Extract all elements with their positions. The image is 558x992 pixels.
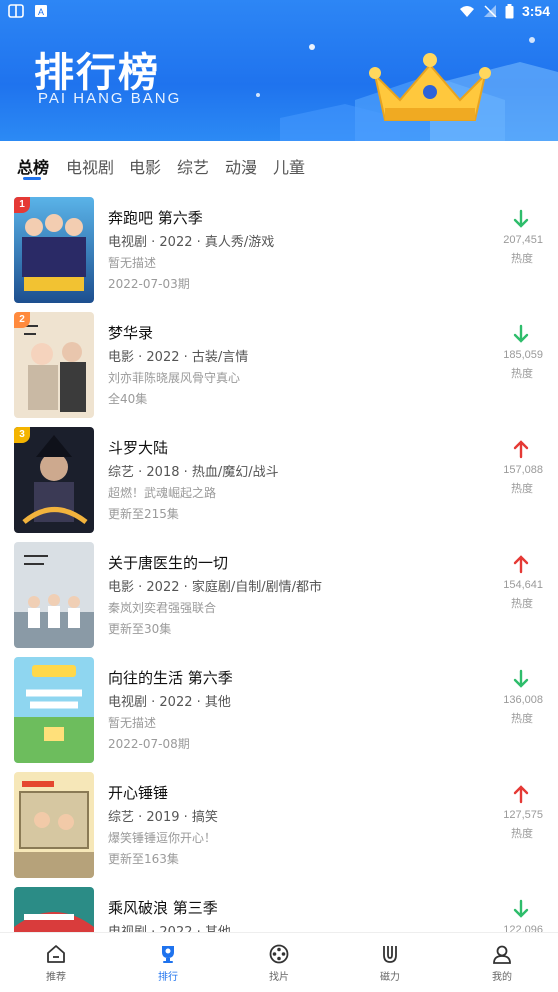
hot-label: 热度 bbox=[511, 367, 533, 380]
item-meta: 电视剧 · 2022 · 其他 bbox=[108, 921, 231, 932]
user-icon bbox=[493, 945, 511, 964]
app-icon bbox=[8, 4, 24, 18]
nav-label: 我的 bbox=[492, 972, 512, 983]
nav-label: 找片 bbox=[269, 972, 289, 983]
trend-down-icon bbox=[513, 669, 529, 688]
poster-image bbox=[14, 542, 94, 648]
status-bar: A 3:54 bbox=[0, 0, 558, 24]
hot-label: 热度 bbox=[511, 482, 533, 495]
item-meta: 电影 · 2022 · 古装/言情 bbox=[108, 350, 249, 365]
list-item[interactable]: 3 斗罗大陆 综艺 · 2018 · 热血/魔幻/战斗 超燃！武魂崛起之路 更新… bbox=[0, 419, 558, 534]
item-description: 超燃！武魂崛起之路 bbox=[108, 486, 217, 500]
ranking-banner: A 3:54 排行榜 PAI HANG BANG bbox=[0, 0, 558, 141]
hot-label: 热度 bbox=[511, 252, 533, 265]
rank-badge: 3 bbox=[14, 427, 30, 443]
item-episode: 更新至30集 bbox=[108, 622, 172, 636]
ranking-list: 1 奔跑吧 第六季 电视剧 · 2022 · 真人秀/游戏 暂无描述 2022-… bbox=[0, 189, 558, 932]
tab-anime[interactable]: 动漫 bbox=[225, 154, 257, 178]
crown-icon bbox=[369, 53, 491, 121]
page-subtitle: PAI HANG BANG bbox=[38, 90, 182, 107]
poster-image bbox=[14, 657, 94, 763]
item-episode: 更新至163集 bbox=[108, 852, 179, 866]
list-item[interactable]: 向往的生活 第六季 电视剧 · 2022 · 其他 暂无描述 2022-07-0… bbox=[0, 649, 558, 764]
nav-label: 推荐 bbox=[46, 972, 66, 983]
rank-badge: 2 bbox=[14, 312, 30, 328]
hot-value: 122,096 bbox=[503, 924, 543, 932]
hot-value: 185,059 bbox=[503, 349, 543, 361]
rank-badge: 1 bbox=[14, 197, 30, 213]
tab-active-indicator bbox=[23, 177, 41, 180]
tab-variety[interactable]: 综艺 bbox=[177, 154, 209, 178]
magnet-icon bbox=[383, 946, 397, 963]
svg-text:A: A bbox=[38, 7, 44, 17]
list-item[interactable]: 开心锤锤 综艺 · 2019 · 搞笑 爆笑锤锤逗你开心！ 更新至163集 12… bbox=[0, 764, 558, 879]
item-title: 向往的生活 第六季 bbox=[108, 669, 233, 687]
item-episode: 2022-07-03期 bbox=[108, 277, 190, 291]
item-description: 刘亦菲陈晓展风骨守真心 bbox=[108, 371, 241, 385]
trend-up-icon bbox=[513, 440, 529, 459]
tab-kids[interactable]: 儿童 bbox=[273, 154, 305, 178]
poster-image: 3 bbox=[14, 427, 94, 533]
list-item[interactable]: 2 梦华录 电影 · 2022 · 古装/言情 刘亦菲陈晓展风骨守真心 全40集… bbox=[0, 304, 558, 419]
tab-tv-series[interactable]: 电视剧 bbox=[66, 154, 114, 178]
bottom-navigation: 推荐 排行 找片 磁力 我的 bbox=[0, 932, 558, 992]
item-title: 奔跑吧 第六季 bbox=[108, 209, 203, 227]
trend-down-icon bbox=[513, 899, 529, 918]
item-description: 爆笑锤锤逗你开心！ bbox=[108, 831, 217, 845]
poster-image: 1 bbox=[14, 197, 94, 303]
hot-value: 136,008 bbox=[503, 694, 543, 706]
trend-up-icon bbox=[513, 555, 529, 574]
nav-magnet[interactable]: 磁力 bbox=[360, 943, 420, 983]
home-icon bbox=[47, 945, 65, 963]
poster-image bbox=[14, 887, 94, 932]
nav-label: 磁力 bbox=[380, 972, 400, 983]
no-signal-icon bbox=[483, 5, 497, 18]
nav-recommend[interactable]: 推荐 bbox=[26, 943, 86, 983]
category-tabs: 总榜 电视剧 电影 综艺 动漫 儿童 bbox=[0, 141, 558, 189]
hot-value: 157,088 bbox=[503, 464, 543, 476]
nav-find-movies[interactable]: 找片 bbox=[249, 943, 309, 983]
tab-overall[interactable]: 总榜 bbox=[17, 154, 49, 178]
trend-up-icon bbox=[513, 785, 529, 804]
trend-down-icon bbox=[513, 209, 529, 228]
item-meta: 电影 · 2022 · 家庭剧/自制/剧情/都市 bbox=[108, 580, 323, 595]
hot-label: 热度 bbox=[511, 597, 533, 610]
trophy-icon bbox=[162, 946, 174, 963]
battery-icon bbox=[505, 3, 514, 18]
item-description: 秦岚刘奕君强强联合 bbox=[108, 601, 217, 615]
hot-label: 热度 bbox=[511, 712, 533, 725]
item-episode: 全40集 bbox=[108, 392, 148, 406]
list-item[interactable]: 乘风破浪 第三季 电视剧 · 2022 · 其他 122,096 bbox=[0, 879, 558, 932]
item-meta: 综艺 · 2019 · 搞笑 bbox=[108, 810, 218, 825]
film-reel-icon bbox=[269, 944, 289, 964]
item-episode: 2022-07-08期 bbox=[108, 737, 190, 751]
list-item[interactable]: 关于唐医生的一切 电影 · 2022 · 家庭剧/自制/剧情/都市 秦岚刘奕君强… bbox=[0, 534, 558, 649]
item-description: 暂无描述 bbox=[108, 256, 157, 270]
hot-value: 207,451 bbox=[503, 234, 543, 246]
list-item[interactable]: 1 奔跑吧 第六季 电视剧 · 2022 · 真人秀/游戏 暂无描述 2022-… bbox=[0, 189, 558, 304]
a-icon: A bbox=[35, 5, 47, 17]
nav-ranking[interactable]: 排行 bbox=[138, 943, 198, 983]
nav-label: 排行 bbox=[158, 972, 178, 983]
item-title: 开心锤锤 bbox=[108, 784, 169, 802]
item-meta: 综艺 · 2018 · 热血/魔幻/战斗 bbox=[108, 465, 279, 480]
item-title: 关于唐医生的一切 bbox=[108, 554, 229, 572]
hot-value: 154,641 bbox=[503, 579, 543, 591]
tab-movie[interactable]: 电影 bbox=[129, 154, 161, 178]
item-title: 乘风破浪 第三季 bbox=[108, 899, 218, 917]
nav-profile[interactable]: 我的 bbox=[472, 943, 532, 983]
hot-value: 127,575 bbox=[503, 809, 543, 821]
hot-label: 热度 bbox=[511, 827, 533, 840]
item-meta: 电视剧 · 2022 · 真人秀/游戏 bbox=[108, 235, 275, 250]
item-description: 暂无描述 bbox=[108, 716, 157, 730]
trend-down-icon bbox=[513, 324, 529, 343]
poster-image: 2 bbox=[14, 312, 94, 418]
item-title: 梦华录 bbox=[108, 324, 154, 342]
wifi-icon bbox=[459, 6, 474, 17]
poster-image bbox=[14, 772, 94, 878]
item-meta: 电视剧 · 2022 · 其他 bbox=[108, 695, 231, 710]
item-episode: 更新至215集 bbox=[108, 507, 179, 521]
item-title: 斗罗大陆 bbox=[108, 439, 169, 457]
status-time: 3:54 bbox=[521, 3, 550, 19]
